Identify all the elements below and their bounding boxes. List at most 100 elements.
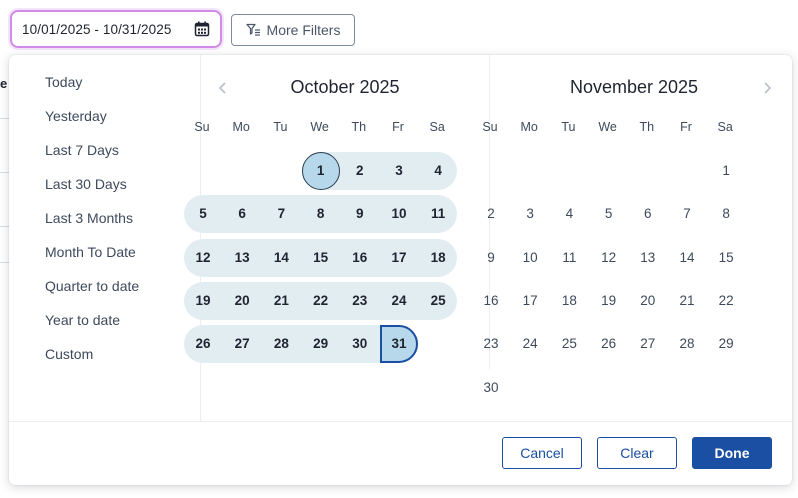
calendar-day[interactable]: 1 xyxy=(707,152,745,190)
calendar-day[interactable]: 26 xyxy=(590,325,628,363)
calendar-day[interactable]: 3 xyxy=(380,152,418,190)
calendar-day[interactable]: 25 xyxy=(550,325,588,363)
calendar-day[interactable]: 6 xyxy=(629,195,667,233)
calendar-day[interactable]: 20 xyxy=(629,282,667,320)
calendar-day[interactable]: 29 xyxy=(302,325,340,363)
weekday-header: Sa xyxy=(717,120,733,134)
calendar-day[interactable]: 8 xyxy=(707,195,745,233)
date-range-input[interactable]: 10/01/2025 - 10/31/2025 xyxy=(10,10,222,48)
calendar-day[interactable]: 5 xyxy=(590,195,628,233)
weekday-header: Fr xyxy=(680,120,692,134)
footer-divider xyxy=(9,421,792,422)
preset-last-7-days[interactable]: Last 7 Days xyxy=(45,140,119,160)
calendar-day[interactable]: 19 xyxy=(590,282,628,320)
calendar-icon[interactable] xyxy=(194,21,210,37)
preset-last-30-days[interactable]: Last 30 Days xyxy=(45,174,127,194)
calendar-day[interactable]: 18 xyxy=(419,239,457,277)
calendar-day[interactable]: 2 xyxy=(341,152,379,190)
calendar-day[interactable]: 19 xyxy=(184,282,222,320)
calendar-day[interactable]: 24 xyxy=(380,282,418,320)
month-title: November 2025 xyxy=(569,77,699,97)
calendar-day[interactable]: 22 xyxy=(707,282,745,320)
calendar-day[interactable]: 15 xyxy=(707,239,745,277)
calendar-day[interactable]: 22 xyxy=(302,282,340,320)
clear-button[interactable]: Clear xyxy=(597,437,677,469)
done-button[interactable]: Done xyxy=(692,437,772,469)
calendar-day[interactable]: 23 xyxy=(472,325,510,363)
calendar-day[interactable]: 13 xyxy=(223,239,261,277)
calendar-day[interactable]: 16 xyxy=(472,282,510,320)
preset-last-3-months[interactable]: Last 3 Months xyxy=(45,208,133,228)
weekday-header: Mo xyxy=(232,120,250,134)
calendar-day[interactable]: 2 xyxy=(472,195,510,233)
range-end-day[interactable]: 31 xyxy=(380,325,418,364)
calendar-day[interactable]: 28 xyxy=(668,325,706,363)
range-start-day[interactable]: 1 xyxy=(301,152,340,190)
calendar-day[interactable]: 4 xyxy=(419,152,457,190)
calendar-day[interactable]: 23 xyxy=(341,282,379,320)
calendar-day[interactable]: 30 xyxy=(341,325,379,363)
weekday-header: Tu xyxy=(273,120,288,134)
calendar-day[interactable]: 26 xyxy=(184,325,222,363)
calendar-day[interactable]: 21 xyxy=(668,282,706,320)
chevron-left-icon[interactable] xyxy=(216,81,230,95)
calendar-day[interactable]: 20 xyxy=(223,282,261,320)
calendar-day[interactable]: 5 xyxy=(184,195,222,233)
calendar-day[interactable]: 15 xyxy=(302,239,340,277)
calendar-day[interactable]: 21 xyxy=(262,282,300,320)
calendar-day[interactable]: 14 xyxy=(262,239,300,277)
weekday-header: Su xyxy=(482,120,498,134)
calendar-day[interactable]: 10 xyxy=(380,195,418,233)
weekday-header: Tu xyxy=(561,120,576,134)
weekday-header: We xyxy=(598,120,617,134)
calendar-day[interactable]: 30 xyxy=(472,369,510,407)
calendar-day[interactable]: 4 xyxy=(550,195,588,233)
preset-quarter-to-date[interactable]: Quarter to date xyxy=(45,276,139,296)
weekday-header: Fr xyxy=(392,120,404,134)
calendar-day[interactable]: 11 xyxy=(550,239,588,277)
more-filters-label: More Filters xyxy=(266,22,341,38)
calendar-day[interactable]: 11 xyxy=(419,195,457,233)
calendar-day[interactable]: 17 xyxy=(511,282,549,320)
calendar-day[interactable]: 12 xyxy=(184,239,222,277)
date-picker-popover: Today Yesterday Last 7 Days Last 30 Days… xyxy=(9,55,792,485)
date-range-value: 10/01/2025 - 10/31/2025 xyxy=(22,21,172,37)
weekday-header: Mo xyxy=(520,120,538,134)
calendar-day[interactable]: 28 xyxy=(262,325,300,363)
calendar-day[interactable]: 7 xyxy=(262,195,300,233)
weekday-header: Th xyxy=(639,120,655,134)
preset-today[interactable]: Today xyxy=(45,72,82,92)
background-table-header-fragment: e xyxy=(0,76,8,91)
calendar-day[interactable]: 13 xyxy=(629,239,667,277)
preset-custom[interactable]: Custom xyxy=(45,344,93,364)
month-title: October 2025 xyxy=(290,77,400,97)
more-filters-button[interactable]: More Filters xyxy=(231,14,355,46)
calendar-day[interactable]: 18 xyxy=(550,282,588,320)
calendar-day[interactable]: 29 xyxy=(707,325,745,363)
weekday-header: Th xyxy=(351,120,367,134)
calendar-day[interactable]: 9 xyxy=(341,195,379,233)
preset-yesterday[interactable]: Yesterday xyxy=(45,106,107,126)
weekday-header: Sa xyxy=(429,120,445,134)
calendar-day[interactable]: 12 xyxy=(590,239,628,277)
preset-list: Today Yesterday Last 7 Days Last 30 Days… xyxy=(9,55,201,421)
preset-year-to-date[interactable]: Year to date xyxy=(45,310,120,330)
chevron-right-icon[interactable] xyxy=(760,81,774,95)
calendar-day[interactable]: 25 xyxy=(419,282,457,320)
calendar-day[interactable]: 9 xyxy=(472,239,510,277)
calendar-day[interactable]: 3 xyxy=(511,195,549,233)
weekday-header: We xyxy=(310,120,329,134)
calendar-day[interactable]: 7 xyxy=(668,195,706,233)
calendar-day[interactable]: 27 xyxy=(629,325,667,363)
preset-month-to-date[interactable]: Month To Date xyxy=(45,242,136,262)
calendar-day[interactable]: 10 xyxy=(511,239,549,277)
calendar-day[interactable]: 17 xyxy=(380,239,418,277)
calendar-day[interactable]: 16 xyxy=(341,239,379,277)
calendar-day[interactable]: 6 xyxy=(223,195,261,233)
calendar-day[interactable]: 27 xyxy=(223,325,261,363)
cancel-button[interactable]: Cancel xyxy=(502,437,582,469)
calendar-day[interactable]: 8 xyxy=(302,195,340,233)
calendar-day[interactable]: 24 xyxy=(511,325,549,363)
calendar-day[interactable]: 14 xyxy=(668,239,706,277)
weekday-header: Su xyxy=(194,120,210,134)
